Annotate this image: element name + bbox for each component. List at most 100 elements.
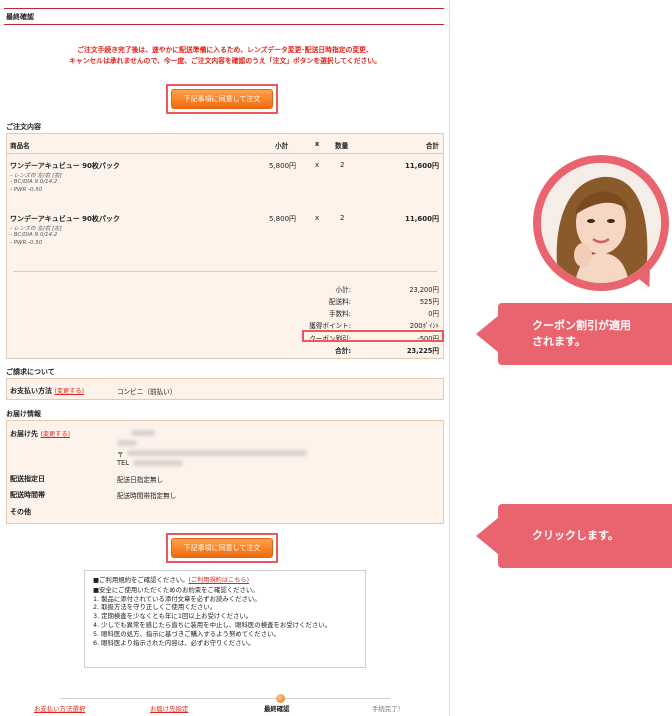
confirm-button-highlight-top: 下記事項に同意して注文 — [166, 84, 278, 114]
item-total: 11,600円 — [404, 162, 439, 170]
billing-section-title: ご請求について — [6, 368, 55, 376]
item-detail: - PWR -0.50 — [10, 240, 43, 246]
terms-item: 3. 定期検査を少なくとも年に1回以上お受けください。 — [93, 612, 253, 621]
order-section-title: ご注文内容 — [6, 123, 41, 131]
payment-method-label-text: お支払い方法 — [10, 387, 52, 395]
order-box: 商品名 小計 x 数量 合計 ワンデーアキュビュー 90枚パック - レンズの … — [6, 133, 444, 359]
coupon-note-line-2: されます。 — [532, 335, 586, 348]
terms-item: 6. 眼科医より指示された内容は、必ずお守りください。 — [93, 638, 255, 647]
progress-line — [60, 698, 390, 699]
step-payment-method[interactable]: お支払い方法選択 — [34, 704, 85, 713]
click-note-text: クリックします。 — [532, 529, 619, 542]
terms-item: 5. 眼科医の処方、指示に基づきご購入するよう努めてください。 — [93, 629, 280, 638]
step-delivery-address[interactable]: お届け先指定 — [150, 704, 188, 713]
delivery-date-value: 配送日指定無し — [117, 476, 164, 484]
coupon-note-text: クーポン割引が適用 されます。 — [498, 318, 631, 350]
item-detail: - レンズの 左/右 [右] — [10, 173, 62, 179]
payment-method-value: コンビニ（前払い） — [117, 388, 177, 396]
header-x: x — [315, 140, 320, 148]
terms-item: 4. 少しでも異常を感じたら直ちに装用を中止し、眼科医の検査をお受けください。 — [93, 620, 331, 629]
tel-label: TEL — [117, 459, 129, 467]
item-price: 5,800円 — [269, 215, 297, 223]
click-note-callout: クリックします。 — [476, 504, 672, 568]
redacted-postal — [117, 440, 137, 446]
summary-label: 獲得ポイント: — [309, 322, 351, 330]
coupon-note-callout: クーポン割引が適用 されます。 — [476, 303, 672, 365]
order-confirmation-page: 最終確認 ご注文手続き完了後は、速やかに配送準備に入るため、レンズデータ変更･配… — [0, 0, 450, 716]
delivery-time-value: 配送時間帯指定無し — [117, 492, 177, 500]
delivery-box: お届け先 (変更する) 〒 TEL 配送指定日 配送日指定無し 配送時間帯 配送… — [6, 420, 444, 524]
delivery-address-label-text: お届け先 — [10, 430, 38, 438]
summary-row: 手数料: 0円 — [7, 308, 443, 318]
order-table-header: 商品名 小計 x 数量 合計 — [7, 134, 443, 154]
coupon-note-line-1: クーポン割引が適用 — [532, 319, 631, 332]
confirm-button-highlight-bottom: 下記事項に同意して注文 — [166, 533, 278, 563]
warning-line-1: ご注文手続き完了後は、速やかに配送準備に入るため、レンズデータ変更･配送日時指定… — [77, 46, 373, 54]
terms-item: ■安全にご使用いただくためのお約束をご確認ください。 — [93, 585, 259, 594]
terms-item: 2. 取扱方法を守り正しくご使用ください。 — [93, 603, 217, 612]
delivery-section-title: お届け情報 — [6, 410, 41, 418]
step-final-confirmation: 最終確認 — [264, 705, 290, 713]
item-total: 11,600円 — [404, 215, 439, 223]
change-payment-link[interactable]: (変更する) — [54, 388, 84, 395]
woman-portrait-icon — [541, 163, 661, 283]
confirm-order-button-bottom[interactable]: 下記事項に同意して注文 — [171, 538, 273, 558]
warning-line-2: キャンセルは承れませんので、今一度、ご注文内容を確認のうえ「注文」ボタンを選択し… — [69, 57, 381, 65]
redacted-address — [127, 450, 307, 456]
terms-link[interactable]: (ご利用規約はこちら) — [189, 577, 250, 584]
grand-total-row: 合計: 23,225円 — [7, 345, 443, 355]
payment-method-label: お支払い方法 (変更する) — [10, 386, 84, 396]
redacted-tel — [133, 460, 183, 466]
summary-value: 200ﾎﾟｲﾝﾄ — [409, 322, 439, 330]
header-total: 合計 — [425, 142, 439, 150]
callout-arrow — [476, 316, 498, 352]
summary-value: 0円 — [428, 310, 439, 318]
confirm-order-button-top[interactable]: 下記事項に同意して注文 — [171, 89, 273, 109]
order-item-row: ワンデーアキュビュー 90枚パック - レンズの 左/右 [右] - BC/DI… — [7, 161, 443, 211]
item-detail: - PWR -0.50 — [10, 187, 43, 193]
summary-label: 配送料: — [328, 298, 351, 306]
other-label: その他 — [10, 508, 31, 516]
summary-label: 合計: — [335, 347, 351, 355]
item-multiply: x — [315, 161, 320, 169]
terms-box: ■ご利用規約をご確認ください。(ご利用規約はこちら) ■安全にご使用いただくため… — [84, 570, 366, 668]
delivery-date-label: 配送指定日 — [10, 475, 45, 483]
terms-heading: ■ご利用規約をご確認ください。(ご利用規約はこちら) — [93, 576, 357, 586]
order-item-row: ワンデーアキュビュー 90枚パック - レンズの 左/右 [左] - BC/DI… — [7, 214, 443, 264]
item-detail: - BC/DIA 9.0/14.2 — [10, 232, 58, 238]
header-rule — [4, 8, 444, 9]
header-product-name: 商品名 — [10, 142, 30, 150]
callout-arrow — [476, 518, 498, 554]
header-quantity: 数量 — [335, 142, 349, 150]
item-name: ワンデーアキュビュー 90枚パック — [10, 162, 120, 170]
model-photo — [541, 163, 661, 283]
summary-divider — [13, 271, 437, 272]
item-multiply: x — [315, 214, 320, 222]
postal-mark: 〒 — [117, 451, 124, 459]
page-title: 最終確認 — [6, 13, 34, 21]
current-step-marker — [276, 694, 285, 703]
title-rule — [4, 24, 444, 25]
summary-value: 525円 — [419, 298, 439, 306]
delivery-time-label: 配送時間帯 — [10, 491, 45, 499]
item-quantity: 2 — [340, 161, 345, 169]
summary-row: 小計: 23,200円 — [7, 284, 443, 294]
billing-box: お支払い方法 (変更する) コンビニ（前払い） — [6, 378, 444, 400]
summary-label: 小計: — [335, 286, 351, 294]
item-name: ワンデーアキュビュー 90枚パック — [10, 215, 120, 223]
change-address-link[interactable]: (変更する) — [40, 431, 70, 438]
item-detail: - レンズの 左/右 [左] — [10, 226, 62, 232]
delivery-address-label: お届け先 (変更する) — [10, 429, 70, 439]
summary-value: 23,200円 — [409, 286, 439, 294]
coupon-highlight-box — [302, 330, 444, 342]
step-complete: 手続完了！ — [372, 705, 404, 713]
item-quantity: 2 — [340, 214, 345, 222]
redacted-name — [131, 430, 155, 436]
summary-row: 配送料: 525円 — [7, 296, 443, 306]
summary-label: 手数料: — [328, 310, 351, 318]
terms-heading-text: ■ご利用規約をご確認ください。 — [93, 576, 189, 584]
item-price: 5,800円 — [269, 162, 297, 170]
header-subtotal: 小計 — [275, 142, 289, 150]
summary-value: 23,225円 — [406, 347, 439, 355]
summary-row: 獲得ポイント: 200ﾎﾟｲﾝﾄ — [7, 320, 443, 330]
